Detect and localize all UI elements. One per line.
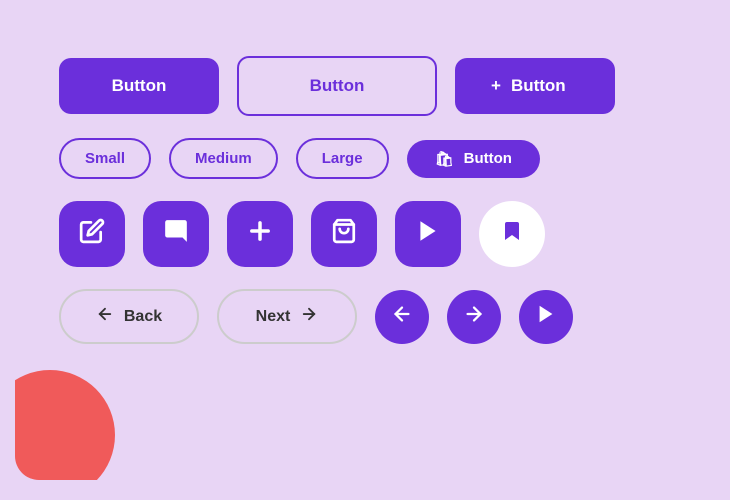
add-icon <box>246 217 274 252</box>
circle-right-button[interactable] <box>447 290 501 344</box>
play-button-square[interactable] <box>395 201 461 267</box>
row-2: Small Medium Large 🛍 Button <box>59 138 671 179</box>
row-1: Button Button + Button <box>59 56 671 116</box>
shopping-icon <box>331 218 357 251</box>
bag-button-label: Button <box>464 150 512 167</box>
next-button[interactable]: Next <box>217 289 357 344</box>
bag-button[interactable]: 🛍 Button <box>407 140 540 178</box>
circle-left-button[interactable] <box>375 290 429 344</box>
large-button[interactable]: Large <box>296 138 389 179</box>
circle-arrow-left-icon <box>391 303 413 331</box>
primary-button-1[interactable]: Button <box>59 58 219 114</box>
back-button[interactable]: Back <box>59 289 199 344</box>
bookmark-button[interactable] <box>479 201 545 267</box>
blob-decoration <box>15 370 115 480</box>
row-3 <box>59 201 671 267</box>
bag-icon: 🛍 <box>435 150 454 168</box>
small-button[interactable]: Small <box>59 138 151 179</box>
back-label: Back <box>124 308 162 326</box>
circle-play-icon <box>535 303 557 331</box>
bookmark-icon <box>500 219 524 249</box>
pencil-button[interactable] <box>59 201 125 267</box>
card: Button Button + Button Small Medium Larg… <box>15 20 715 480</box>
arrow-right-icon <box>300 305 318 328</box>
chat-icon <box>163 218 189 251</box>
add-button[interactable] <box>227 201 293 267</box>
circle-play-button[interactable] <box>519 290 573 344</box>
arrow-left-icon <box>96 305 114 328</box>
row-4: Back Next <box>59 289 671 344</box>
primary-icon-button[interactable]: + Button <box>455 58 615 114</box>
chat-button[interactable] <box>143 201 209 267</box>
pencil-icon <box>79 218 105 251</box>
plus-icon: + <box>491 76 501 96</box>
primary-icon-button-label: Button <box>511 76 566 96</box>
outline-button[interactable]: Button <box>237 56 437 116</box>
play-icon <box>415 218 441 251</box>
circle-arrow-right-icon <box>463 303 485 331</box>
medium-button[interactable]: Medium <box>169 138 278 179</box>
shopping-button[interactable] <box>311 201 377 267</box>
next-label: Next <box>256 308 291 326</box>
